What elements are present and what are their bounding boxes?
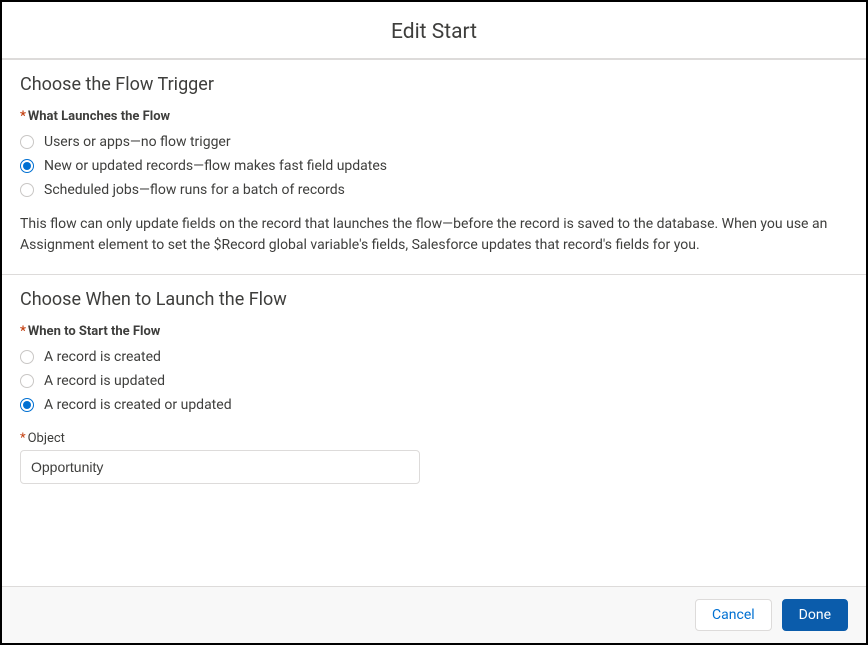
done-button[interactable]: Done bbox=[782, 599, 848, 631]
launch-section-title: Choose When to Launch the Flow bbox=[20, 289, 848, 310]
trigger-section: Choose the Flow Trigger What Launches th… bbox=[2, 60, 866, 274]
dialog-title: Edit Start bbox=[2, 20, 866, 44]
launch-field: When to Start the Flow A record is creat… bbox=[20, 324, 848, 417]
launch-option-updated[interactable]: A record is updated bbox=[20, 369, 848, 393]
dialog-footer: Cancel Done bbox=[2, 586, 866, 643]
object-input[interactable] bbox=[20, 450, 420, 484]
trigger-field-label: What Launches the Flow bbox=[20, 109, 848, 124]
trigger-option-scheduled[interactable]: Scheduled jobs—flow runs for a batch of … bbox=[20, 178, 848, 202]
radio-icon bbox=[20, 183, 34, 197]
radio-label: Users or apps—no flow trigger bbox=[44, 134, 231, 150]
trigger-help-text: This flow can only update fields on the … bbox=[20, 214, 848, 256]
trigger-option-new-updated[interactable]: New or updated records—flow makes fast f… bbox=[20, 154, 848, 178]
dialog-header: Edit Start bbox=[2, 2, 866, 60]
launch-option-created[interactable]: A record is created bbox=[20, 345, 848, 369]
radio-label: Scheduled jobs—flow runs for a batch of … bbox=[44, 182, 345, 198]
radio-label: A record is created or updated bbox=[44, 397, 232, 413]
trigger-field: What Launches the Flow Users or apps—no … bbox=[20, 109, 848, 202]
radio-label: New or updated records—flow makes fast f… bbox=[44, 158, 387, 174]
radio-icon bbox=[20, 159, 34, 173]
trigger-option-users-apps[interactable]: Users or apps—no flow trigger bbox=[20, 130, 848, 154]
radio-icon bbox=[20, 374, 34, 388]
radio-icon bbox=[20, 135, 34, 149]
cancel-button[interactable]: Cancel bbox=[695, 599, 772, 631]
trigger-section-title: Choose the Flow Trigger bbox=[20, 74, 848, 95]
launch-option-created-or-updated[interactable]: A record is created or updated bbox=[20, 393, 848, 417]
launch-field-label: When to Start the Flow bbox=[20, 324, 848, 339]
radio-label: A record is updated bbox=[44, 373, 165, 389]
radio-icon bbox=[20, 398, 34, 412]
radio-icon bbox=[20, 350, 34, 364]
launch-section: Choose When to Launch the Flow When to S… bbox=[2, 274, 866, 502]
dialog-body: Choose the Flow Trigger What Launches th… bbox=[2, 60, 866, 586]
radio-label: A record is created bbox=[44, 349, 161, 365]
object-label: Object bbox=[20, 431, 848, 446]
